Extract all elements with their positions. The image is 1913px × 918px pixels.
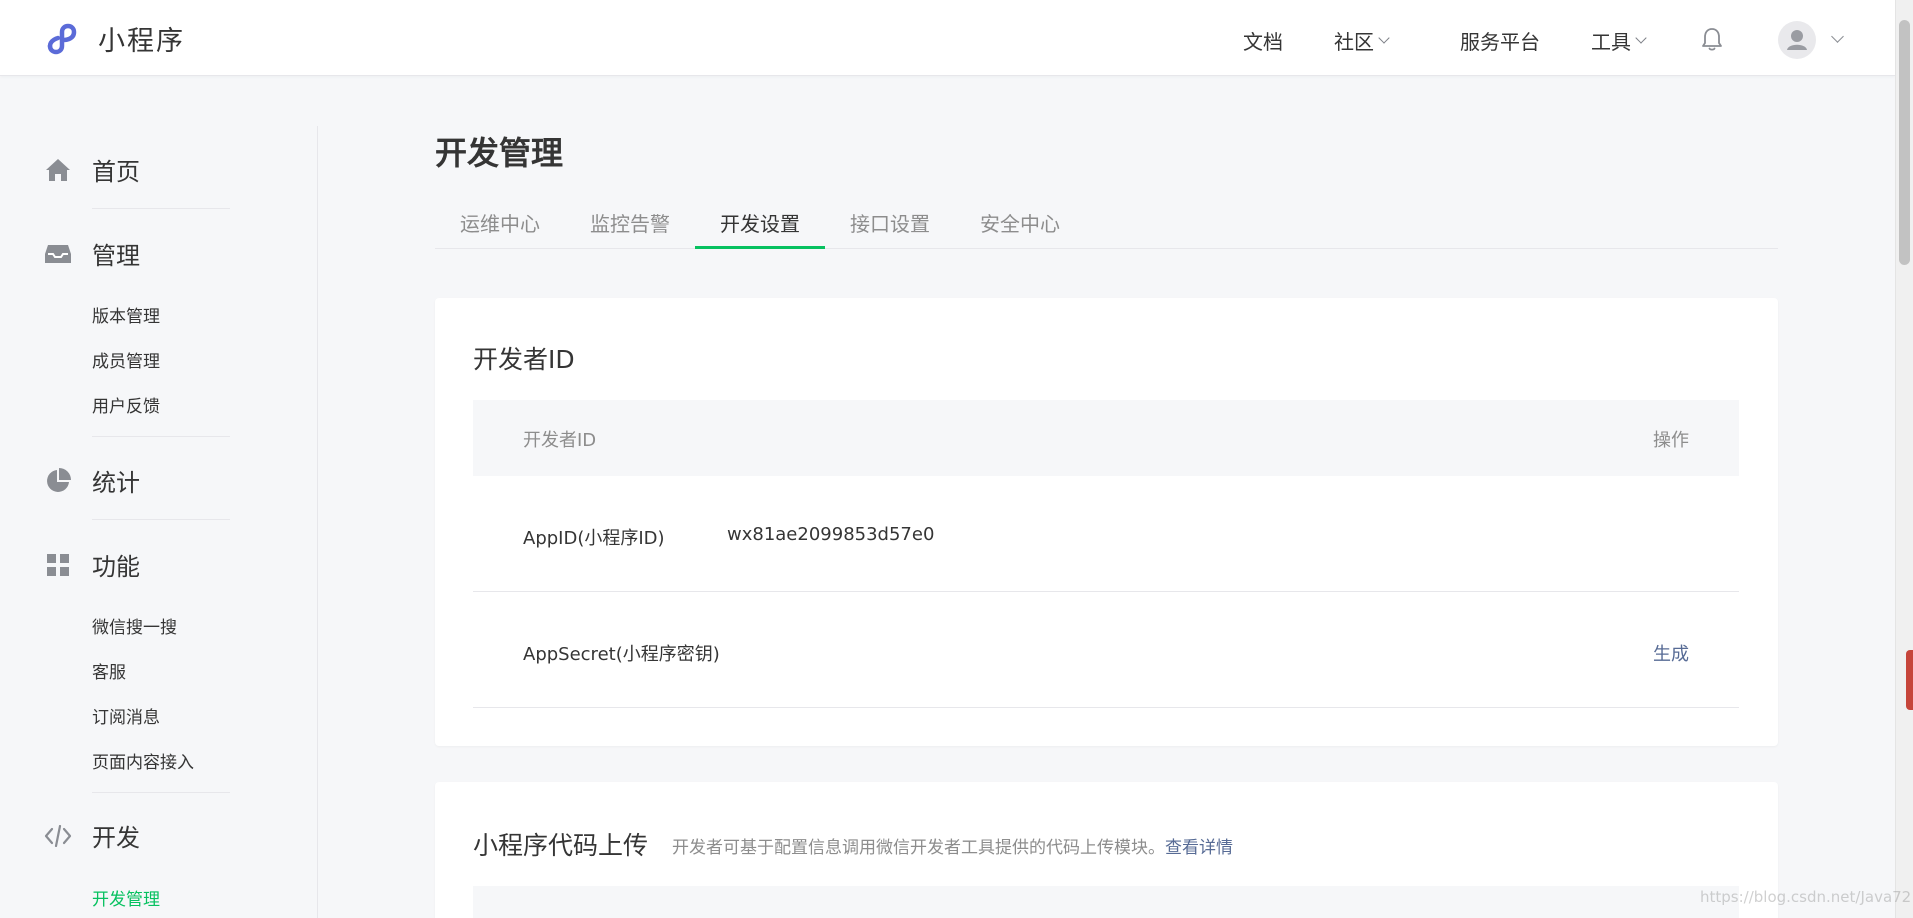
tab-dev-settings[interactable]: 开发设置: [720, 208, 800, 237]
nav-tools-label: 工具: [1591, 30, 1631, 54]
home-icon: [44, 156, 72, 184]
column-header-developer-id: 开发者ID: [523, 430, 597, 451]
nav-docs[interactable]: 文档: [1243, 26, 1283, 55]
sidebar-item-wechat-search[interactable]: 微信搜一搜: [92, 613, 177, 638]
appsecret-label: AppSecret(小程序密钥): [523, 644, 720, 665]
sidebar-item-dev[interactable]: 开发: [44, 818, 140, 853]
card-title: 开发者ID: [473, 345, 575, 374]
nav-community-label: 社区: [1334, 30, 1374, 54]
sidebar-item-dev-manage[interactable]: 开发管理: [92, 885, 160, 910]
inbox-icon: [44, 240, 72, 268]
active-tab-indicator: [695, 246, 825, 249]
sidebar-item-page-content[interactable]: 页面内容接入: [92, 748, 194, 773]
sidebar-divider: [92, 519, 230, 520]
developer-id-card: 开发者ID 开发者ID 操作 AppID(小程序ID) wx81ae209985…: [435, 298, 1778, 746]
table-header: [473, 886, 1739, 918]
sidebar: 首页 管理 版本管理 成员管理 用户反馈 统计 功能 微信搜一搜 客服 订阅消息…: [0, 76, 318, 918]
sidebar-item-manage[interactable]: 管理: [44, 236, 140, 271]
bell-icon[interactable]: [1700, 26, 1724, 52]
sidebar-divider: [92, 208, 230, 209]
brand[interactable]: 小程序: [44, 18, 185, 58]
sidebar-item-subscribe-message[interactable]: 订阅消息: [92, 703, 160, 728]
sidebar-item-label: 统计: [92, 469, 140, 497]
sidebar-item-member-manage[interactable]: 成员管理: [92, 347, 160, 372]
chevron-down-icon: [1635, 32, 1647, 44]
tab-ops-center[interactable]: 运维中心: [460, 208, 540, 237]
nav-community[interactable]: 社区: [1334, 26, 1390, 55]
tab-api-settings[interactable]: 接口设置: [850, 208, 930, 237]
sidebar-border: [317, 126, 318, 918]
table-row: AppSecret(小程序密钥) 生成: [473, 592, 1739, 708]
sidebar-item-label: 开发: [92, 824, 140, 852]
table-row: AppID(小程序ID) wx81ae2099853d57e0: [473, 476, 1739, 592]
floating-side-tab[interactable]: [1906, 650, 1913, 710]
sidebar-item-label: 管理: [92, 242, 140, 270]
view-details-link[interactable]: 查看详情: [1165, 838, 1233, 858]
card-title: 小程序代码上传: [473, 831, 649, 860]
appid-value: wx81ae2099853d57e0: [727, 524, 935, 545]
column-header-action: 操作: [1653, 430, 1689, 451]
pie-chart-icon: [44, 467, 72, 495]
sidebar-item-customer-service[interactable]: 客服: [92, 658, 126, 683]
chevron-down-icon: [1378, 32, 1390, 44]
miniprogram-logo-icon: [47, 23, 77, 55]
tab-bar: 运维中心 监控告警 开发设置 接口设置 安全中心: [435, 196, 1778, 249]
appid-label: AppID(小程序ID): [523, 528, 665, 549]
nav-tools[interactable]: 工具: [1591, 26, 1647, 55]
tab-monitoring[interactable]: 监控告警: [590, 208, 670, 237]
scrollbar-thumb[interactable]: [1899, 20, 1910, 265]
grid-icon: [44, 551, 72, 579]
nav-service-platform[interactable]: 服务平台: [1460, 26, 1540, 55]
code-icon: [44, 822, 72, 850]
sidebar-item-label: 功能: [92, 553, 140, 581]
scrollbar[interactable]: [1895, 0, 1913, 918]
sidebar-item-version-manage[interactable]: 版本管理: [92, 302, 160, 327]
brand-name: 小程序: [98, 25, 185, 57]
sidebar-item-user-feedback[interactable]: 用户反馈: [92, 392, 160, 417]
sidebar-item-features[interactable]: 功能: [44, 547, 140, 582]
watermark: https://blog.csdn.net/Java72: [1700, 888, 1912, 906]
account-chevron-down-icon[interactable]: [1831, 30, 1844, 43]
tab-security-center[interactable]: 安全中心: [980, 208, 1060, 237]
sidebar-item-stats[interactable]: 统计: [44, 463, 140, 498]
avatar[interactable]: [1778, 21, 1816, 59]
page-title: 开发管理: [435, 134, 564, 172]
description-text: 开发者可基于配置信息调用微信开发者工具提供的代码上传模块。: [672, 838, 1165, 858]
user-icon: [1787, 30, 1807, 50]
sidebar-divider: [92, 792, 230, 793]
sidebar-item-home[interactable]: 首页: [44, 152, 140, 187]
code-upload-description: 开发者可基于配置信息调用微信开发者工具提供的代码上传模块。查看详情: [672, 833, 1233, 858]
top-bar: 小程序 文档 社区 服务平台 工具: [0, 0, 1895, 76]
code-upload-card: 小程序代码上传 开发者可基于配置信息调用微信开发者工具提供的代码上传模块。查看详…: [435, 782, 1778, 918]
generate-secret-link[interactable]: 生成: [1653, 640, 1689, 666]
sidebar-divider: [92, 436, 230, 437]
sidebar-item-label: 首页: [92, 158, 140, 186]
table-header: 开发者ID 操作: [473, 400, 1739, 476]
